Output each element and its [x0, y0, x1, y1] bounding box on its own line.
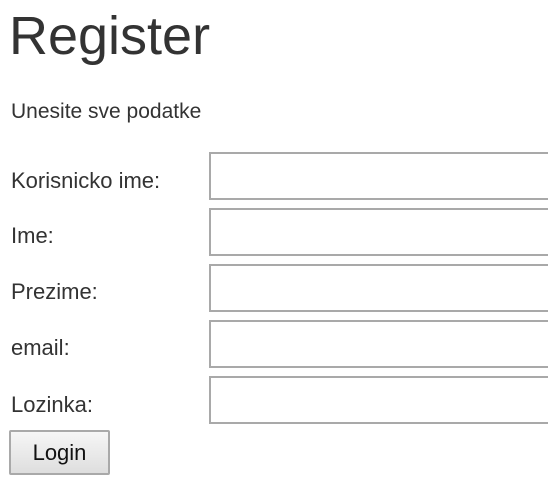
korisnicko-ime-input[interactable]	[209, 152, 548, 200]
lozinka-input[interactable]	[209, 376, 548, 424]
prezime-label: Prezime:	[11, 279, 98, 304]
ime-label: Ime:	[11, 223, 54, 248]
prezime-input[interactable]	[209, 264, 548, 312]
form-row-email: email:	[11, 320, 548, 372]
login-button[interactable]: Login	[9, 430, 110, 475]
form-row-lozinka: Lozinka:	[11, 376, 548, 428]
lozinka-label: Lozinka:	[11, 392, 93, 417]
email-label: email:	[11, 335, 70, 360]
register-page: Register Unesite sve podatke Korisnicko …	[0, 0, 548, 477]
page-subtitle: Unesite sve podatke	[11, 100, 202, 123]
ime-input[interactable]	[209, 208, 548, 256]
form-row-prezime: Prezime:	[11, 264, 548, 316]
form-row-ime: Ime:	[11, 208, 548, 260]
page-title: Register	[9, 6, 211, 66]
korisnicko-ime-label: Korisnicko ime:	[11, 168, 161, 193]
email-input[interactable]	[209, 320, 548, 368]
form-row-korisnicko-ime: Korisnicko ime:	[11, 152, 548, 204]
